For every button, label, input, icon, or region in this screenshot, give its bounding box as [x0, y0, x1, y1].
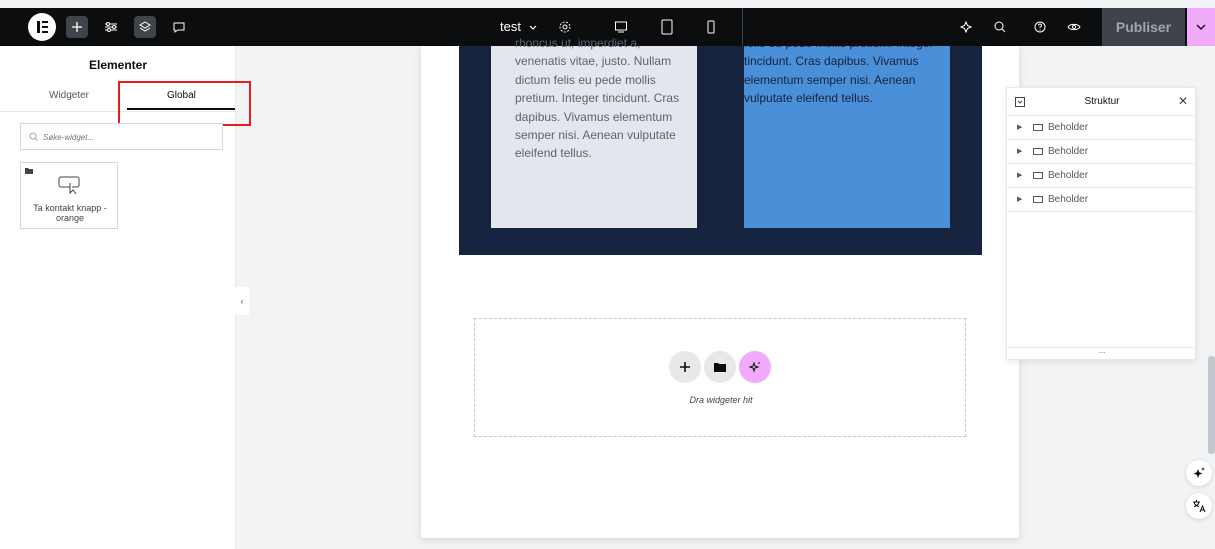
- container-icon: [1033, 148, 1043, 155]
- mobile-view-button[interactable]: [700, 16, 722, 38]
- ai-sparkle-icon: [1193, 467, 1205, 478]
- translate-icon: [1193, 500, 1206, 513]
- folder-icon: [25, 168, 33, 174]
- tablet-icon: [661, 19, 673, 35]
- comments-button[interactable]: [168, 16, 190, 38]
- structure-toggle-button[interactable]: [134, 16, 156, 38]
- structure-item-label: Beholder: [1048, 146, 1089, 157]
- structure-item[interactable]: ▶ Beholder: [1007, 164, 1197, 188]
- search-icon: [29, 132, 39, 142]
- column-text: felis eu pede mollis pretium. Integer ti…: [744, 46, 933, 106]
- container-icon: [1033, 124, 1043, 131]
- topbar-divider: [742, 8, 743, 46]
- container-icon: [1033, 196, 1043, 203]
- site-settings-button[interactable]: [100, 16, 122, 38]
- scrollbar-thumb[interactable]: [1208, 356, 1215, 454]
- expand-arrow-icon[interactable]: ▶: [1017, 147, 1022, 155]
- mobile-icon: [707, 20, 715, 34]
- publish-options-button[interactable]: [1187, 8, 1215, 46]
- help-button[interactable]: [1029, 16, 1051, 38]
- editor-canvas: rhoncus ut, imperdiet a, venenatis vitae…: [421, 36, 1019, 538]
- structure-item[interactable]: ▶ Beholder: [1007, 116, 1197, 140]
- plus-icon: [72, 22, 82, 32]
- global-widget-card[interactable]: Ta kontakt knapp - orange: [20, 162, 118, 229]
- add-element-button[interactable]: [66, 16, 88, 38]
- structure-item[interactable]: ▶ Beholder: [1007, 140, 1197, 164]
- chevron-down-icon: [1196, 24, 1206, 30]
- add-template-button[interactable]: [704, 351, 736, 383]
- structure-panel: Struktur ✕ ▶ Beholder ▶ Beholder ▶ Behol…: [1006, 87, 1197, 360]
- dark-container[interactable]: rhoncus ut, imperdiet a, venenatis vitae…: [459, 36, 982, 255]
- drop-zone-label: Dra widgeter hit: [689, 395, 753, 405]
- add-section-button[interactable]: [669, 351, 701, 383]
- structure-item-label: Beholder: [1048, 170, 1089, 181]
- structure-header: Struktur ✕: [1007, 88, 1197, 116]
- widget-label: Ta kontakt knapp - orange: [33, 203, 107, 223]
- widget-drop-zone[interactable]: Dra widgeter hit: [474, 318, 966, 437]
- structure-item-label: Beholder: [1048, 122, 1089, 133]
- help-icon: [1034, 21, 1046, 33]
- elements-panel: Elementer Widgeter Global Ta kontakt kna…: [0, 46, 251, 549]
- plus-icon: [680, 362, 690, 372]
- structure-title: Struktur: [1084, 96, 1120, 107]
- gear-icon: [559, 21, 571, 33]
- button-cursor-icon: [58, 176, 80, 195]
- panel-title: Elementer: [88, 58, 148, 72]
- expand-arrow-icon[interactable]: ▶: [1017, 171, 1022, 179]
- text-column-left[interactable]: rhoncus ut, imperdiet a, venenatis vitae…: [491, 36, 697, 228]
- ai-sparkle-icon: [959, 20, 973, 34]
- collapse-panel-button[interactable]: ‹: [235, 287, 249, 315]
- container-icon: [1033, 172, 1043, 179]
- desktop-icon: [615, 21, 627, 33]
- ai-assistant-button[interactable]: [1186, 460, 1212, 486]
- ai-button[interactable]: [955, 16, 977, 38]
- column-text: rhoncus ut, imperdiet a, venenatis vitae…: [515, 36, 680, 161]
- widget-search: [20, 123, 223, 150]
- expand-arrow-icon[interactable]: ▶: [1017, 195, 1022, 203]
- layers-icon: [139, 21, 151, 32]
- finder-button[interactable]: [989, 16, 1011, 38]
- search-input[interactable]: [43, 129, 213, 145]
- translate-button[interactable]: [1186, 493, 1212, 519]
- tab-widgets[interactable]: Widgeter: [49, 90, 89, 101]
- publish-button[interactable]: Publiser: [1102, 8, 1185, 46]
- ai-sparkle-icon: [749, 361, 760, 373]
- structure-item[interactable]: ▶ Beholder: [1007, 188, 1197, 212]
- search-icon: [994, 21, 1006, 33]
- preview-button[interactable]: [1063, 16, 1085, 38]
- sliders-icon: [105, 22, 117, 32]
- highlight-annotation: [118, 81, 251, 126]
- eye-icon: [1067, 23, 1081, 31]
- text-column-right[interactable]: felis eu pede mollis pretium. Integer ti…: [744, 46, 950, 228]
- chevron-left-icon: ‹: [240, 296, 244, 306]
- structure-item-label: Beholder: [1048, 194, 1089, 205]
- resize-handle[interactable]: ...: [1007, 347, 1197, 359]
- document-title[interactable]: test: [500, 19, 521, 34]
- comment-icon: [173, 22, 185, 33]
- ai-build-button[interactable]: [739, 351, 771, 383]
- folder-icon: [714, 363, 726, 372]
- close-icon[interactable]: ✕: [1178, 94, 1188, 108]
- expand-arrow-icon[interactable]: ▶: [1017, 123, 1022, 131]
- elementor-logo-icon[interactable]: [28, 13, 56, 41]
